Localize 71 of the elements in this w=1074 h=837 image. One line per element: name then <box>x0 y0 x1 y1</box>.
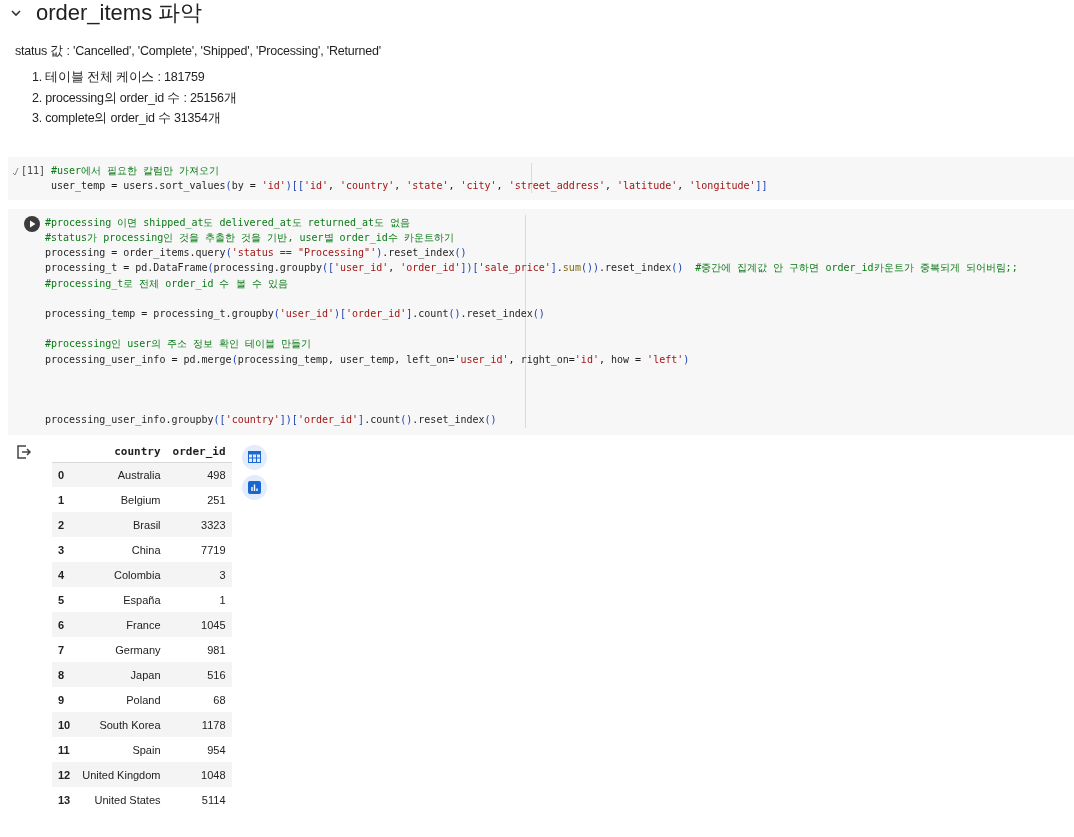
table-cell: 3323 <box>166 512 232 537</box>
list-item: 3. complete의 order_id 수 31354개 <box>31 110 222 127</box>
chart-button[interactable] <box>241 474 267 500</box>
code-line: #processing_t로 전체 order_id 수 볼 수 있음 <box>45 276 289 291</box>
index-cell: 6 <box>52 612 77 637</box>
output-icon[interactable] <box>16 444 32 459</box>
index-cell: 2 <box>52 512 77 537</box>
code-line: processing_user_info = pd.merge(processing_temp, user_temp, left_on='user_id', right_on='id', how = 'left') <box>45 352 691 367</box>
table-cell: Belgium <box>76 487 167 512</box>
table-cell: 954 <box>166 737 232 762</box>
list-item: 2. processing의 order_id 수 : 25156개 <box>31 89 238 107</box>
code-line: #user에서 필요한 칼럼만 가져오기 <box>51 163 221 178</box>
code-cell[interactable] <box>8 208 1074 435</box>
index-cell: 13 <box>52 787 77 812</box>
paragraph: status 값 : 'Cancelled', 'Complete', 'Shipped', 'Processing', 'Returned' <box>15 43 382 60</box>
index-cell: 7 <box>52 637 77 662</box>
table-cell: Australia <box>76 462 167 487</box>
table-cell: 1048 <box>166 762 232 787</box>
table-cell: Colombia <box>76 562 167 587</box>
table-cell: South Korea <box>76 712 167 737</box>
code-line: #processing인 user의 주소 정보 확인 테이블 만들기 <box>45 337 313 352</box>
index-cell: 1 <box>52 487 77 512</box>
code-line: user_temp = users.sort_values(by = 'id')[['id', 'country', 'state', 'city', 'street_address', 'latitude', 'longitude']] <box>51 178 769 193</box>
table-cell: Poland <box>76 687 167 712</box>
table-cell: España <box>76 587 167 612</box>
code-line: processing_temp = processing_t.groupby('user_id')['order_id'].count().reset_index() <box>45 307 546 322</box>
index-cell: 9 <box>52 687 77 712</box>
index-cell: 11 <box>52 737 77 762</box>
table-cell: Japan <box>76 662 167 687</box>
index-cell: 3 <box>52 537 77 562</box>
code-line: #processing 이면 shipped_at도 delivered_at도 returned_at도 없음 <box>45 215 411 231</box>
table-cell: 516 <box>166 662 232 687</box>
code-line: processing = order_items.query('status == "Processing"').reset_index() <box>45 246 468 261</box>
bar-chart-icon <box>247 480 261 494</box>
table-cell: Germany <box>76 637 167 662</box>
index-cell: 0 <box>52 462 77 487</box>
index-cell: 4 <box>52 562 77 587</box>
table-cell: China <box>76 537 167 562</box>
index-cell: 10 <box>52 712 77 737</box>
table-cell: France <box>76 612 167 637</box>
table-view-button[interactable] <box>241 444 267 470</box>
table-cell: 5114 <box>166 787 232 812</box>
chevron-down-icon[interactable] <box>10 7 22 19</box>
table-cell: 1 <box>166 587 232 612</box>
table-cell: 68 <box>166 687 232 712</box>
column-header: country <box>76 440 167 462</box>
table-icon <box>247 451 261 463</box>
code-line: processing_user_info.groupby(['country'])['order_id'].count().reset_index() <box>45 413 498 428</box>
table-cell: 251 <box>166 487 232 512</box>
table-cell: 1045 <box>166 612 232 637</box>
index-cell: 8 <box>52 662 77 687</box>
index-cell: 12 <box>52 762 77 787</box>
code-line: processing_t = pd.DataFrame(processing.groupby(['user_id', 'order_id'])['sale_price'].sum()).reset_index() #중간에 집계값 안 구하면 order_id카운트가 중복되게 되어버림;; <box>45 261 1019 276</box>
list-item: 1. 테이블 전체 케이스 : 181759 <box>31 69 206 86</box>
execution-count: [11] <box>20 164 45 176</box>
table-cell: United States <box>76 787 167 812</box>
table-cell: United Kingdom <box>76 762 167 787</box>
table-cell: 498 <box>166 462 232 487</box>
index-cell: 5 <box>52 587 77 612</box>
check-icon <box>11 166 19 177</box>
section-heading: order_items 파악 <box>36 0 203 27</box>
table-cell: 7719 <box>166 537 232 562</box>
table-cell: 981 <box>166 637 232 662</box>
table-cell: Brasil <box>76 512 167 537</box>
table-cell: 1178 <box>166 712 232 737</box>
code-cell[interactable]: [11] #user에서 필요한 칼럼만 가져오기 user_temp = users.sort_values(by = 'id')[['id', 'country', 'state', 'city', 'street_address', 'latitude', 'longitude']] <box>8 156 1074 200</box>
table-cell: Spain <box>76 737 167 762</box>
run-button[interactable] <box>24 215 40 232</box>
table-cell: 3 <box>166 562 232 587</box>
code-line: #status가 processing인 것을 추출한 것을 기반, user별 order_id수 카운트하기 <box>45 231 455 246</box>
column-header: order_id <box>166 440 232 462</box>
